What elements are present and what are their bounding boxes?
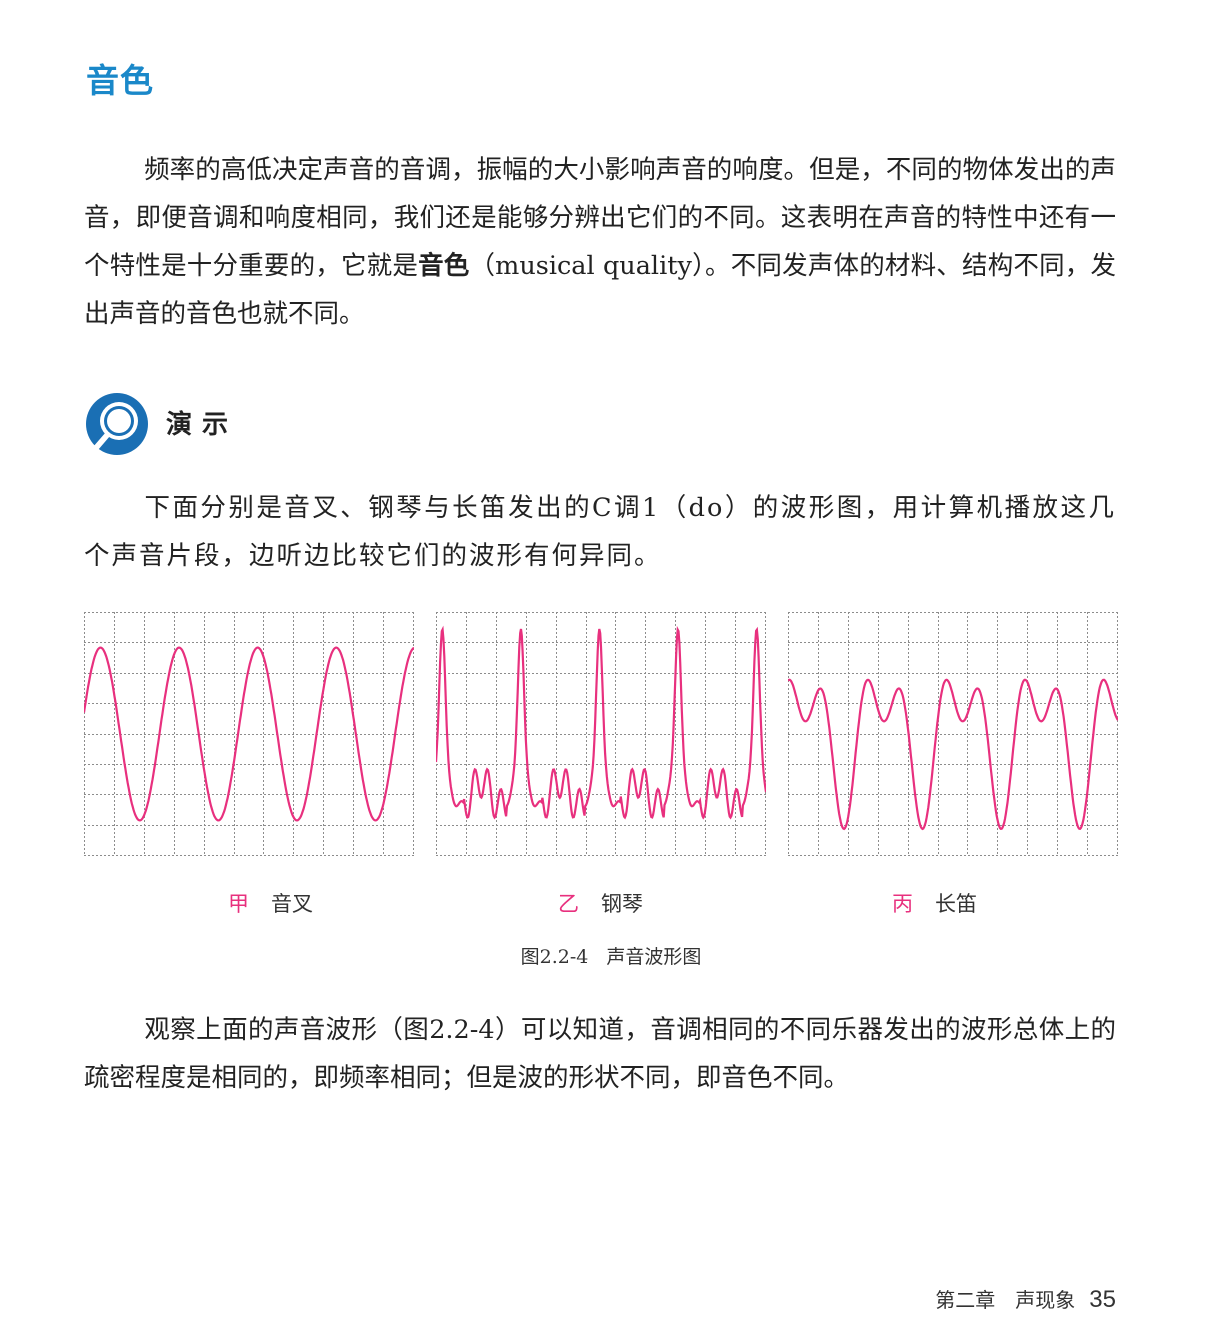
intro-paragraph: 频率的高低决定声音的音调，振幅的大小影响声音的响度。但是，不同的物体发出的声音，… xyxy=(84,146,1116,338)
waveform-panel-tuning-fork xyxy=(84,612,414,856)
panel-label-c: 长笛 xyxy=(935,892,977,916)
panel-label-a: 音叉 xyxy=(271,892,313,916)
panel-mark-c: 丙 xyxy=(892,892,913,916)
demo-title: 演示 xyxy=(166,410,239,440)
panel-mark-a: 甲 xyxy=(228,892,249,916)
summary-text: 观察上面的声音波形（图2.2-4）可以知道，音调相同的不同乐器发出的波形总体上的… xyxy=(84,1015,1116,1093)
page-footer: 第二章 声现象 35 xyxy=(935,1284,1116,1314)
waveform-panel-flute xyxy=(788,612,1118,856)
figure-title: 声音波形图 xyxy=(606,946,702,968)
magnifier-icon xyxy=(86,393,148,455)
demo-text: 下面分别是音叉、钢琴与长笛发出的C调1（do）的波形图，用计算机播放这几个声音片… xyxy=(84,493,1116,571)
panel-caption-b: 乙钢琴 xyxy=(558,888,643,918)
panel-mark-b: 乙 xyxy=(558,892,579,916)
figure-caption: 图2.2-4 声音波形图 xyxy=(0,942,1222,969)
term-timbre: 音色 xyxy=(418,251,470,281)
panel-label-b: 钢琴 xyxy=(601,892,643,916)
piano-waveform xyxy=(436,612,766,856)
waveform-panel-piano xyxy=(436,612,766,856)
waveform-curve xyxy=(436,625,766,820)
page-number: 35 xyxy=(1089,1286,1116,1313)
panel-caption-c: 丙长笛 xyxy=(892,888,977,918)
demo-paragraph: 下面分别是音叉、钢琴与长笛发出的C调1（do）的波形图，用计算机播放这几个声音片… xyxy=(84,484,1116,580)
panel-caption-a: 甲音叉 xyxy=(228,888,313,918)
summary-paragraph: 观察上面的声音波形（图2.2-4）可以知道，音调相同的不同乐器发出的波形总体上的… xyxy=(84,1006,1116,1102)
waveform-curve xyxy=(788,678,1118,831)
chapter-title: 第二章 声现象 xyxy=(935,1288,1076,1312)
figure-number: 图2.2-4 xyxy=(520,946,589,968)
tuning-fork-waveform xyxy=(84,612,414,856)
flute-waveform xyxy=(788,612,1118,856)
section-title: 音色 xyxy=(86,61,154,100)
